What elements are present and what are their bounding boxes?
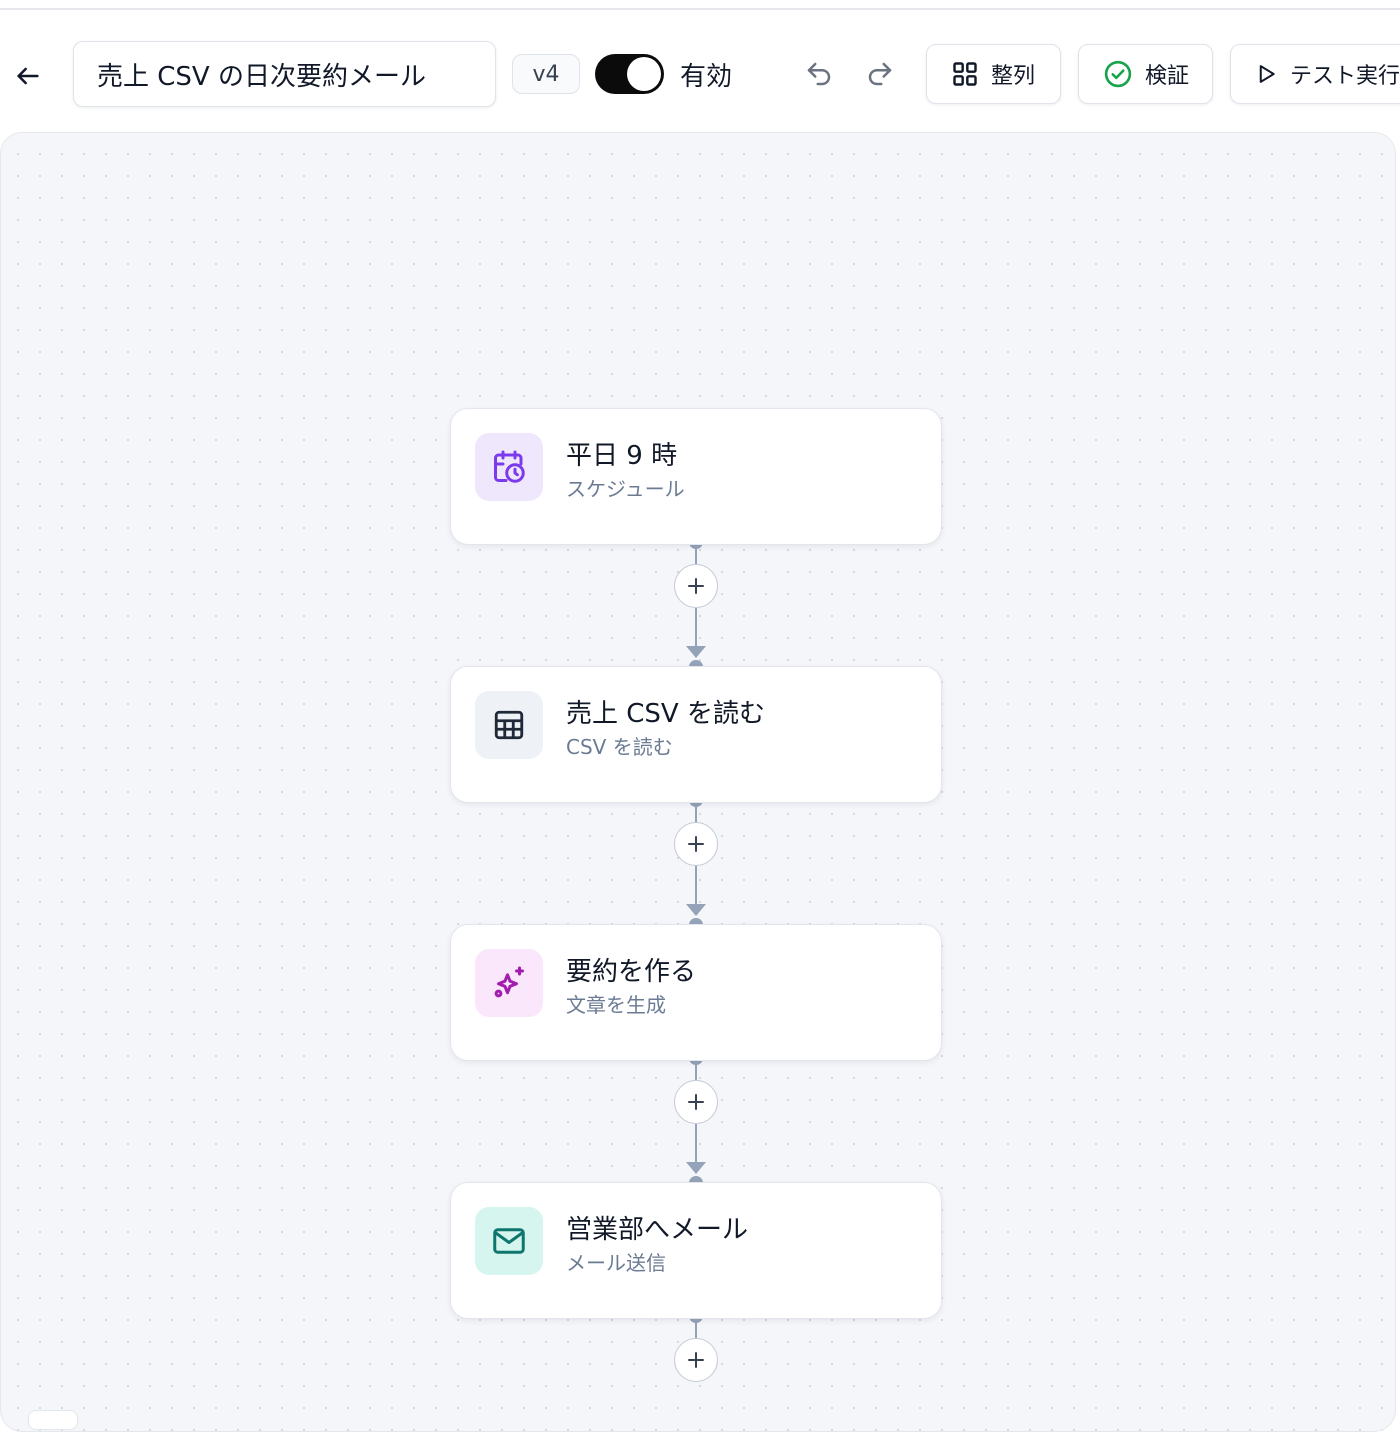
- validate-button[interactable]: 検証: [1078, 44, 1213, 104]
- plus-icon: [688, 578, 704, 594]
- workflow-title-input[interactable]: 売上 CSV の日次要約メール: [73, 41, 496, 107]
- node-icon-wrap: [475, 1207, 543, 1275]
- play-icon: [1259, 65, 1275, 83]
- arrange-button[interactable]: 整列: [926, 44, 1061, 104]
- layout-grid-icon: [953, 62, 977, 86]
- calendar-clock-icon: [494, 450, 525, 483]
- node-icon-wrap: [475, 691, 543, 759]
- validate-label: 検証: [1145, 64, 1190, 89]
- node-title: 要約を作る: [566, 957, 697, 987]
- mail-icon: [493, 1228, 525, 1254]
- top-border: [0, 0, 1400, 10]
- node-title: 営業部へメール: [566, 1215, 749, 1245]
- undo-button[interactable]: [801, 56, 837, 92]
- sparkles-icon: [494, 966, 524, 998]
- back-button[interactable]: [8, 58, 48, 94]
- plus-icon: [688, 836, 704, 852]
- table-icon: [494, 710, 524, 740]
- arrange-label: 整列: [991, 64, 1036, 89]
- version-badge: v4: [512, 54, 580, 94]
- undo-icon: [807, 62, 831, 86]
- node-title: 平日 9 時: [566, 441, 678, 471]
- check-circle-icon: [1104, 60, 1132, 88]
- workflow-toolbar: 売上 CSV の日次要約メール v4 有効 整列 検証 テスト実行: [0, 10, 1400, 130]
- node-schedule[interactable]: 平日 9 時 スケジュール: [450, 408, 942, 545]
- node-subtitle: スケジュール: [566, 477, 685, 501]
- add-step-button[interactable]: [674, 564, 718, 608]
- redo-icon: [868, 62, 892, 86]
- version-text: v4: [532, 61, 560, 87]
- node-subtitle: CSV を読む: [566, 735, 673, 759]
- workflow-title-text: 売上 CSV の日次要約メール: [97, 61, 426, 92]
- add-step-button[interactable]: [674, 1338, 718, 1382]
- toggle-knob: [627, 57, 661, 91]
- enabled-toggle[interactable]: [595, 54, 664, 94]
- plus-icon: [688, 1352, 704, 1368]
- add-step-button[interactable]: [674, 1080, 718, 1124]
- node-subtitle: メール送信: [566, 1251, 666, 1275]
- node-send-email[interactable]: 営業部へメール メール送信: [450, 1182, 942, 1319]
- redo-button[interactable]: [862, 56, 898, 92]
- plus-icon: [688, 1094, 704, 1110]
- canvas-control-stub[interactable]: [28, 1410, 78, 1430]
- test-run-button[interactable]: テスト実行: [1230, 44, 1400, 104]
- node-icon-wrap: [475, 433, 543, 501]
- add-step-button[interactable]: [674, 822, 718, 866]
- arrow-left-icon: [17, 67, 39, 85]
- node-title: 売上 CSV を読む: [566, 699, 765, 729]
- node-read-csv[interactable]: 売上 CSV を読む CSV を読む: [450, 666, 942, 803]
- node-icon-wrap: [475, 949, 543, 1017]
- enabled-label: 有効: [680, 62, 733, 92]
- node-subtitle: 文章を生成: [566, 993, 666, 1017]
- test-run-label: テスト実行: [1289, 64, 1400, 89]
- node-summarize[interactable]: 要約を作る 文章を生成: [450, 924, 942, 1061]
